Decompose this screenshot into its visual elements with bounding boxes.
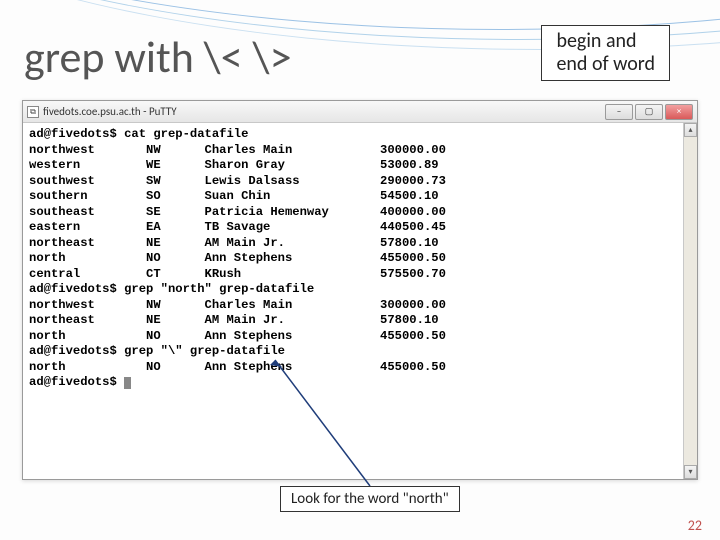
- putty-icon: ⧉: [27, 106, 39, 118]
- minimize-button[interactable]: –: [605, 104, 633, 120]
- cursor: [124, 377, 131, 389]
- putty-window: ⧉ fivedots.coe.psu.ac.th - PuTTY – ▢ × a…: [22, 100, 698, 480]
- terminal-output: ad@fivedots$ cat grep-datafile northwest…: [23, 123, 697, 395]
- callout-word-boundary: begin and end of word: [541, 25, 670, 81]
- slide-title: grep with \< \>: [24, 30, 292, 84]
- scroll-down-arrow[interactable]: ▾: [684, 465, 697, 479]
- close-button[interactable]: ×: [665, 104, 693, 120]
- page-number: 22: [688, 517, 702, 534]
- terminal-body: ad@fivedots$ cat grep-datafile northwest…: [23, 123, 697, 479]
- scrollbar[interactable]: ▴ ▾: [683, 123, 697, 479]
- putty-title-text: fivedots.coe.psu.ac.th - PuTTY: [43, 105, 177, 118]
- scroll-up-arrow[interactable]: ▴: [684, 123, 697, 137]
- callout-bottom-text: Look for the word "north": [291, 490, 449, 508]
- putty-titlebar[interactable]: ⧉ fivedots.coe.psu.ac.th - PuTTY – ▢ ×: [23, 101, 697, 123]
- maximize-button[interactable]: ▢: [635, 104, 663, 120]
- callout-look-for-north: Look for the word "north": [280, 486, 460, 512]
- callout-top-text: begin and end of word: [556, 29, 655, 76]
